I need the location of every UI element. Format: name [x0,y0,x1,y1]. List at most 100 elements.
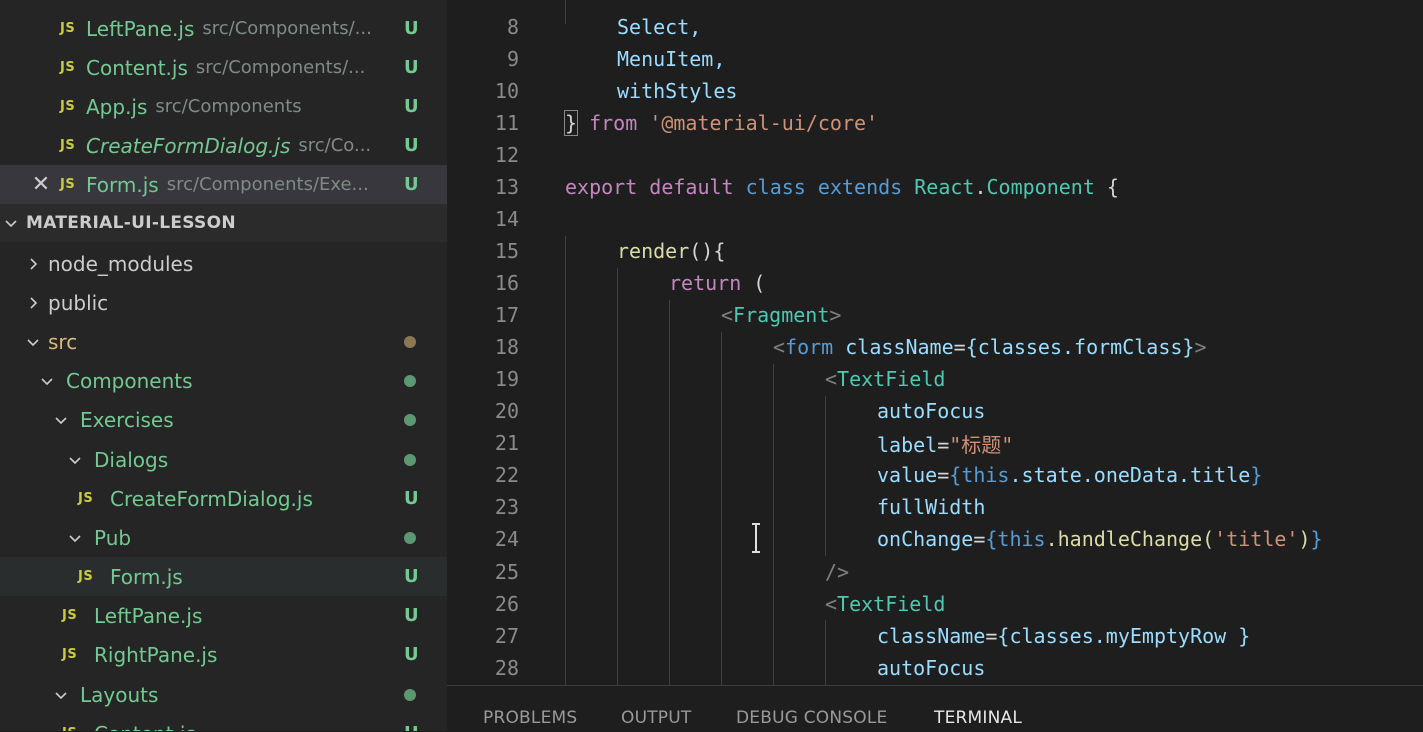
tree-folder-node_modules[interactable]: node_modules [0,244,447,283]
untracked-badge: U [404,135,419,156]
code-token: withStyles [617,79,738,103]
code-token: class [745,175,806,199]
tree-file-content[interactable]: JS Content.js U [0,714,447,732]
line-number: 28 [494,656,519,680]
untracked-badge: U [404,644,419,665]
code-line: 16 return ( [447,267,1423,299]
line-number: 23 [494,495,519,519]
open-editor-item[interactable]: JS LeftPane.js src/Components/... U [0,9,447,48]
file-name: RightPane.js [94,642,218,667]
code-line: 27 className={classes.myEmptyRow } [447,620,1423,652]
file-name: CreateFormDialog.js [110,486,313,511]
js-file-icon: JS [62,647,78,662]
tab-terminal[interactable]: TERMINAL [934,708,1022,728]
code-token: 'title' [1214,527,1299,551]
code-editor[interactable]: 8 Select, 9 MenuItem, 10 withStyles 11 }… [447,0,1423,685]
code-line: 25 /> [447,556,1423,588]
tree-folder-src[interactable]: src [0,322,447,361]
code-token: "标题" [949,432,1014,457]
code-token: className [877,624,986,648]
chevron-down-icon [0,215,22,231]
code-token: fullWidth [877,495,986,519]
code-line: 18 <form className={classes.formClass}> [447,331,1423,363]
line-number: 17 [494,303,519,327]
tree-folder-dialogs[interactable]: Dialogs [0,440,447,479]
line-number: 26 [494,592,519,616]
code-line: 20 autoFocus [447,395,1423,427]
untracked-badge: U [404,18,419,39]
code-line: 11 } from '@material-ui/core' [447,107,1423,139]
code-token: '@material-ui/core' [649,111,879,135]
code-line: 9 MenuItem, [447,43,1423,75]
modified-dot [404,414,416,426]
tab-debug-console[interactable]: DEBUG CONSOLE [736,708,887,728]
code-token: from [589,111,638,135]
file-name: Content.js [86,55,188,80]
tab-problems[interactable]: PROBLEMS [483,708,577,728]
code-token: this [997,527,1046,551]
open-editor-item[interactable]: JS CreateFormDialog.js src/Co... U [0,126,447,165]
close-icon[interactable]: ✕ [22,172,60,197]
code-line: 12 [447,139,1423,171]
modified-dot [404,689,416,701]
code-token: = [985,624,998,648]
open-editor-item-active[interactable]: ✕ JS Form.js src/Components/Exe... U [0,165,447,204]
tree-folder-pub[interactable]: Pub [0,518,447,557]
modified-dot [404,454,416,466]
js-file-icon: JS [62,608,78,623]
chevron-down-icon [18,334,48,350]
code-token: ) [1298,527,1311,551]
code-token: label [877,432,938,457]
open-editor-item[interactable]: JS App.js src/Components U [0,87,447,126]
open-editor-item[interactable]: JS Content.js src/Components/... U [0,48,447,87]
line-number: 9 [506,47,519,71]
tree-folder-exercises[interactable]: Exercises [0,400,447,439]
matched-brace: } [563,110,579,136]
modified-dot [404,336,416,348]
file-path: src/Components/Exe... [166,174,369,195]
code-token: Select, [617,15,702,39]
chevron-right-icon [18,295,48,311]
code-token: {classes.myEmptyRow } [997,624,1251,648]
folder-label: Components [66,368,193,393]
code-line: 10 withStyles [447,75,1423,107]
code-line: 8 Select, [447,11,1423,43]
code-token: MenuItem, [617,47,726,71]
code-token: value [877,463,938,487]
line-number: 25 [494,560,519,584]
code-line: 23 fullWidth [447,491,1423,523]
code-token: className [833,335,954,359]
code-token: onChange [877,527,974,551]
code-token: } [1250,463,1263,487]
code-token: {classes.formClass} [965,335,1195,359]
code-line: 14 [447,203,1423,235]
untracked-badge: U [404,488,419,509]
explorer-section-header[interactable]: MATERIAL-UI-LESSON [0,204,447,242]
tree-folder-components[interactable]: Components [0,361,447,400]
code-token: Component [986,175,1095,199]
file-path: src/Components/... [195,57,366,78]
tree-file-form-selected[interactable]: JS Form.js U [0,557,447,596]
code-token: Fragment [733,303,830,327]
file-path: src/Co... [298,135,372,156]
tree-file-rightpane[interactable]: JS RightPane.js U [0,635,447,674]
untracked-badge: U [404,605,419,626]
tree-file-createformdialog[interactable]: JS CreateFormDialog.js U [0,479,447,518]
tree-folder-layouts[interactable]: Layouts [0,675,447,714]
line-number: 24 [494,527,519,551]
folder-label: node_modules [48,251,194,276]
code-token: autoFocus [877,656,986,680]
tree-file-leftpane[interactable]: JS LeftPane.js U [0,596,447,635]
tab-output[interactable]: OUTPUT [621,708,692,728]
folder-label: Dialogs [94,447,169,472]
code-line: 13 export default class extends React.Co… [447,171,1423,203]
tree-folder-public[interactable]: public [0,283,447,322]
code-token: > [829,303,842,327]
code-line: 19 <TextField [447,363,1423,395]
folder-label: Layouts [80,682,159,707]
code-token: .handleChange( [1045,527,1215,551]
code-token: .state.oneData.title [1009,463,1251,487]
line-number: 20 [494,399,519,423]
code-token: ( [741,271,766,295]
modified-dot [404,532,416,544]
